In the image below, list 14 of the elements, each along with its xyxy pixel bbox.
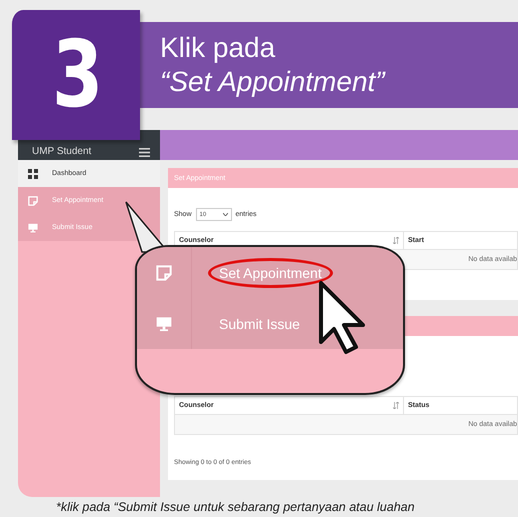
title-text: Klik pada <box>160 31 276 65</box>
step-number: 3 <box>12 10 140 140</box>
title-text: “Set Appointment” <box>160 65 386 99</box>
note-icon <box>28 196 38 206</box>
sort-icon <box>393 402 399 409</box>
sort-icon <box>393 237 399 244</box>
footnote-text: *klik pada “Submit Issue untuk sebarang pertanyaan atau luahan <box>56 500 416 514</box>
monitor-icon <box>156 316 172 332</box>
menu-icon[interactable] <box>139 148 150 157</box>
note-icon <box>156 264 172 280</box>
brand-name: UMP Student <box>32 146 92 157</box>
chevron-down-icon <box>222 213 228 216</box>
grid-icon <box>28 168 38 178</box>
monitor-icon <box>28 222 38 232</box>
